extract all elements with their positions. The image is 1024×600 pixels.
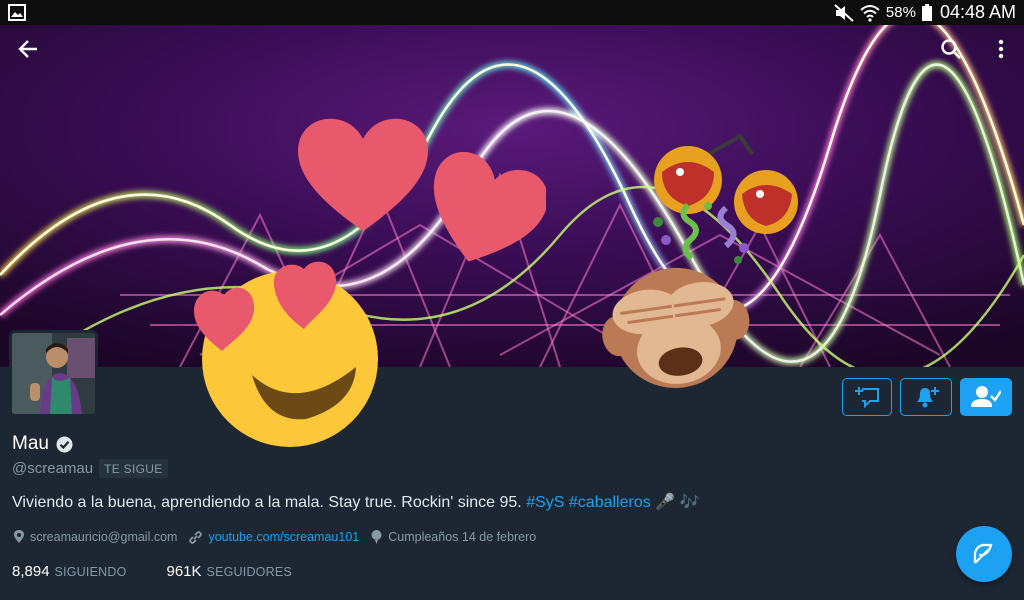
handle-row: @screamau TE SIGUE (12, 459, 168, 478)
profile-meta: screamauricio@gmail.com youtube.com/scre… (14, 530, 548, 544)
name-row: Mau (12, 433, 73, 455)
bio: Viviendo a la buena, aprendiendo a la ma… (12, 492, 699, 512)
location-pin-icon (14, 530, 24, 543)
mute-icon (834, 3, 854, 22)
heart-emoji (433, 152, 546, 262)
following-button[interactable] (960, 378, 1012, 416)
see-no-evil-monkey-emoji (602, 267, 750, 388)
following-stat[interactable]: 8,894 SIGUIENDO (12, 563, 127, 580)
notifications-add-icon (917, 387, 939, 408)
wifi-icon (860, 4, 880, 22)
add-to-list-icon (855, 387, 879, 408)
location-text: screamauricio@gmail.com (30, 530, 178, 544)
link-icon (189, 530, 203, 544)
following-count: 8,894 (12, 563, 50, 580)
status-bar: 58% 04:48 AM (0, 0, 1024, 25)
website-link[interactable]: youtube.com/screamau101 (208, 530, 359, 544)
followers-count: 961K (166, 563, 202, 580)
back-button[interactable] (8, 29, 48, 69)
followers-stat[interactable]: 961K SEGUIDORES (167, 563, 292, 580)
stats-row: 8,894 SIGUIENDO 961K SEGUIDORES (12, 563, 292, 580)
back-arrow-icon (18, 40, 37, 58)
avatar-image (12, 333, 95, 414)
profile-screen: 58% 04:48 AM Mau @screamau TE SIGUE Vivi… (0, 0, 1024, 600)
compose-icon (973, 543, 993, 564)
compose-tweet-button[interactable] (956, 526, 1012, 582)
location-item: screamauricio@gmail.com (14, 530, 177, 544)
bio-emoji: 🎤 🎶 (655, 494, 700, 511)
hashtag-link[interactable]: #caballeros (569, 494, 651, 511)
more-options-button[interactable] (981, 29, 1021, 69)
balloon-icon (371, 530, 382, 544)
search-icon (941, 39, 961, 59)
follows-you-badge: TE SIGUE (99, 459, 168, 478)
following-label: SIGUIENDO (54, 565, 127, 579)
more-vert-icon (998, 39, 1004, 59)
battery-icon (921, 4, 932, 21)
battery-percent: 58% (885, 4, 916, 21)
birthday-text: Cumpleaños 14 de febrero (388, 530, 537, 544)
gallery-icon (8, 4, 26, 21)
search-button[interactable] (931, 29, 971, 69)
add-to-list-button[interactable] (842, 378, 892, 416)
display-name: Mau (12, 433, 49, 454)
status-icons: 58% 04:48 AM (834, 0, 1016, 25)
followers-label: SEGUIDORES (206, 565, 292, 579)
heart-emoji (298, 118, 428, 231)
verified-badge-icon (56, 436, 73, 452)
hashtag-link[interactable]: #SyS (526, 494, 564, 511)
avatar[interactable] (9, 330, 98, 417)
heart-eyes-emoji (194, 261, 378, 447)
notifications-button[interactable] (900, 378, 952, 416)
user-handle: @screamau (12, 460, 94, 477)
website-item: youtube.com/screamau101 (189, 530, 359, 544)
birthday-item: Cumpleaños 14 de febrero (371, 530, 536, 544)
clock: 04:48 AM (939, 2, 1016, 22)
bio-text: Viviendo a la buena, aprendiendo a la ma… (12, 494, 522, 511)
following-icon (971, 386, 1001, 407)
